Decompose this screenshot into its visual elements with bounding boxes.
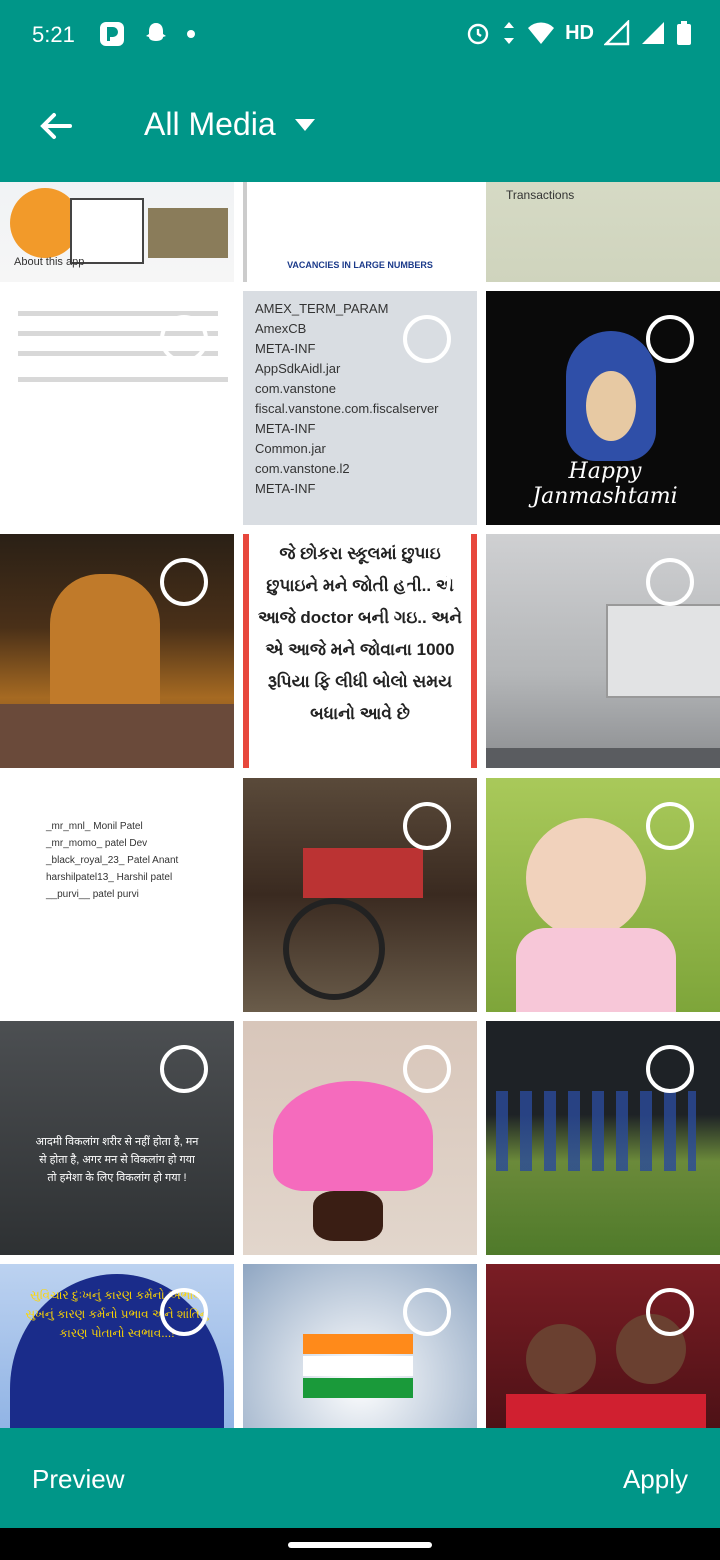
media-thumbnail[interactable] xyxy=(486,534,720,768)
media-thumbnail[interactable]: Transactions xyxy=(486,182,720,282)
select-circle[interactable] xyxy=(160,558,208,606)
thumb-caption: Transactions xyxy=(506,188,575,202)
select-circle[interactable] xyxy=(403,315,451,363)
media-thumbnail[interactable]: आदमी विकलांग शरीर से नहीं होता है, मन से… xyxy=(0,1021,234,1255)
media-thumbnail[interactable] xyxy=(0,534,234,768)
select-circle[interactable] xyxy=(403,802,451,850)
select-circle[interactable] xyxy=(403,1288,451,1336)
media-grid: About this app VACANCIES IN LARGE NUMBER… xyxy=(0,182,720,1428)
thumb-caption: Happy Janmashtami xyxy=(532,459,678,509)
select-circle[interactable] xyxy=(646,1045,694,1093)
media-filter-dropdown[interactable]: All Media xyxy=(144,106,316,143)
system-nav-bar xyxy=(0,1528,720,1560)
media-thumbnail[interactable]: _mr_mnl_ Monil Patel _mr_momo_ patel Dev… xyxy=(0,778,234,1012)
select-circle[interactable] xyxy=(403,558,451,606)
media-thumbnail[interactable] xyxy=(243,1021,477,1255)
select-circle[interactable] xyxy=(403,1045,451,1093)
thumb-caption: VACANCIES IN LARGE NUMBERS xyxy=(287,260,433,270)
media-thumbnail[interactable]: VACANCIES IN LARGE NUMBERS xyxy=(243,182,477,282)
media-thumbnail[interactable]: AMEX_TERM_PARAM AmexCB META-INF AppSdkAi… xyxy=(243,291,477,525)
status-bar: 5:21 HD xyxy=(0,0,720,72)
media-thumbnail[interactable] xyxy=(486,778,720,1012)
data-arrows-icon xyxy=(504,22,515,44)
home-handle[interactable] xyxy=(288,1542,432,1548)
dot-icon xyxy=(187,30,195,38)
select-circle[interactable] xyxy=(160,802,208,850)
apply-button[interactable]: Apply xyxy=(623,1464,688,1495)
status-system-icons: HD xyxy=(465,20,692,46)
snapchat-icon xyxy=(146,23,166,41)
select-circle[interactable] xyxy=(160,1045,208,1093)
app-bar: All Media xyxy=(0,72,720,182)
wifi-icon xyxy=(528,22,555,44)
thumb-caption: About this app xyxy=(14,256,85,268)
media-thumbnail[interactable] xyxy=(243,1264,477,1428)
media-thumbnail[interactable] xyxy=(243,778,477,1012)
battery-icon xyxy=(677,21,691,45)
back-arrow-icon[interactable] xyxy=(36,106,76,146)
thumb-caption: आदमी विकलांग शरीर से नहीं होता है, मन से… xyxy=(35,1136,199,1184)
signal-icon-2 xyxy=(642,22,664,44)
select-circle[interactable] xyxy=(646,1288,694,1336)
app-badge-icon xyxy=(100,22,124,46)
dropdown-arrow-icon xyxy=(294,118,315,131)
media-thumbnail[interactable] xyxy=(486,1021,720,1255)
select-circle[interactable] xyxy=(646,558,694,606)
media-thumbnail[interactable] xyxy=(0,291,234,525)
page-title: All Media xyxy=(144,106,276,142)
status-time: 5:21 xyxy=(32,22,75,47)
network-type: HD xyxy=(565,21,594,44)
select-circle[interactable] xyxy=(646,802,694,850)
alarm-icon xyxy=(467,23,489,45)
signal-icon-1 xyxy=(604,20,630,46)
bottom-action-bar: Preview Apply xyxy=(0,1428,720,1528)
media-thumbnail[interactable]: સુવિચાર દુઃખનું કારણ કર્મનો અભાવ, સુખનું… xyxy=(0,1264,234,1428)
select-circle[interactable] xyxy=(160,315,208,363)
media-thumbnail[interactable] xyxy=(486,1264,720,1428)
select-circle[interactable] xyxy=(160,1288,208,1336)
select-circle[interactable] xyxy=(646,315,694,363)
media-thumbnail[interactable]: Happy Janmashtami xyxy=(486,291,720,525)
status-notification-icons xyxy=(98,20,196,48)
preview-button[interactable]: Preview xyxy=(32,1464,124,1495)
media-thumbnail[interactable]: About this app xyxy=(0,182,234,282)
media-thumbnail[interactable]: જે છોકરા સ્કૂલમાં છુપાઇ છુપાઇને મને જોતી… xyxy=(243,534,477,768)
